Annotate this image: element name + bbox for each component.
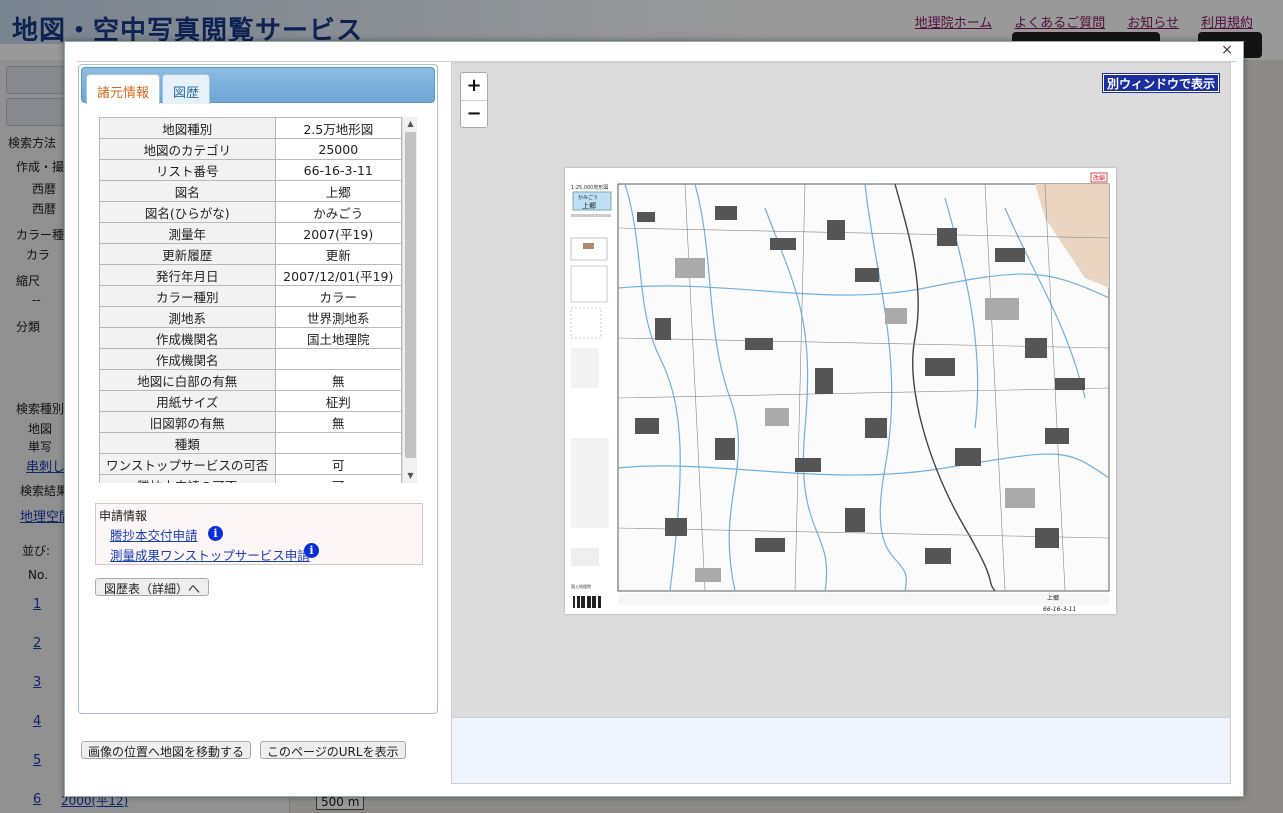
spec-key: 地図に白部の有無 <box>99 369 276 391</box>
spec-row: ワンストップサービスの可否可 <box>99 453 403 475</box>
history-detail-button[interactable]: 図歴表（詳細）へ <box>95 578 210 596</box>
map-body <box>617 183 1110 592</box>
spec-row: 更新履歴 更新 <box>99 243 403 265</box>
spec-row: カラー種別 カラー <box>99 285 403 307</box>
specifications-table-scroll[interactable]: 地図種別 2.5万地形図 地図のカテゴリ 25000 リスト番号 66-16-3-11 図名… <box>99 117 417 483</box>
dialog-titlebar: × <box>77 43 1237 62</box>
spec-key: 図名(ひらがな) <box>99 201 276 223</box>
map-detail-dialog: × 諸元情報 図歴 地図種別 2.5万地形図 地図のカテゴリ 25000 リスト番号 66… <box>64 41 1244 797</box>
spec-key: 謄抄本申請の可否 <box>99 474 276 483</box>
spec-value: 2.5万地形図 <box>274 117 403 139</box>
spec-value: 可 <box>274 474 403 483</box>
svg-text:1:25,000地形図: 1:25,000地形図 <box>571 184 608 191</box>
spec-key: 測地系 <box>99 306 276 328</box>
application-info-title: 申請情報 <box>99 509 148 523</box>
table-scrollbar[interactable]: ▲ ▼ <box>402 117 417 483</box>
spec-row: 地図に白部の有無無 <box>99 369 403 391</box>
spec-key: 図名 <box>99 180 276 202</box>
spec-key: 作成機関名 <box>99 327 276 349</box>
svg-text:国土地理院: 国土地理院 <box>571 583 591 589</box>
zoom-out-button[interactable]: − <box>461 100 487 127</box>
scroll-down-icon[interactable]: ▼ <box>403 469 417 483</box>
spec-key: カラー種別 <box>99 285 276 307</box>
spec-value: 無 <box>274 369 403 391</box>
tab-specifications[interactable]: 諸元情報 <box>86 74 161 104</box>
spec-row: 用紙サイズ 柾判 <box>99 390 403 412</box>
spec-value: 上郷 <box>274 180 403 202</box>
svg-text:上郷: 上郷 <box>582 201 596 210</box>
one-stop-service-link[interactable]: 測量成果ワンストップサービス申請 <box>110 545 310 564</box>
spec-row: 謄抄本申請の可否可 <box>99 474 403 483</box>
spec-key: リスト番号 <box>99 159 276 181</box>
spec-row: 地図種別 2.5万地形図 <box>99 117 403 139</box>
spec-row: 測地系 世界測地系 <box>99 306 403 328</box>
spec-row: 測量年 2007(平19) <box>99 222 403 244</box>
spec-value: 柾判 <box>274 390 403 412</box>
spec-value <box>274 348 403 370</box>
spec-key: 種類 <box>99 432 276 454</box>
spec-row: 図名(ひらがな) かみごう <box>99 201 403 223</box>
svg-text:66-16-3-11: 66-16-3-11 <box>1043 606 1076 613</box>
spec-value: 2007(平19) <box>274 222 403 244</box>
viewer-footer <box>451 718 1231 784</box>
spec-key: 地図種別 <box>99 117 276 139</box>
spec-row: 種類 <box>99 432 403 454</box>
tab-map-history[interactable]: 図歴 <box>162 74 211 104</box>
spec-key: 作成機関名 <box>99 348 276 370</box>
spec-key: 発行年月日 <box>99 264 276 286</box>
specifications-table: 地図種別 2.5万地形図 地図のカテゴリ 25000 リスト番号 66-16-3-11 図名… <box>99 117 403 483</box>
info-panel: 諸元情報 図歴 地図種別 2.5万地形図 地図のカテゴリ 25000 リスト番号 66-1… <box>78 64 438 714</box>
spec-key: 更新履歴 <box>99 243 276 265</box>
image-viewer[interactable]: + − 別ウィンドウで表示 1:25,000地形図 かみごう 上郷 改編 上郷 … <box>451 62 1231 718</box>
zoom-in-button[interactable]: + <box>461 73 487 100</box>
spec-row: リスト番号 66-16-3-11 <box>99 159 403 181</box>
spec-value: 国土地理院 <box>274 327 403 349</box>
scrollbar-thumb[interactable] <box>405 132 416 458</box>
spec-key: 測量年 <box>99 222 276 244</box>
spec-value: 可 <box>274 453 403 475</box>
open-separate-window-button[interactable]: 別ウィンドウで表示 <box>1101 73 1221 93</box>
close-button[interactable]: × <box>1219 43 1235 59</box>
spec-key: 地図のカテゴリ <box>99 138 276 160</box>
map-legend-column: 1:25,000地形図 かみごう 上郷 <box>570 184 612 608</box>
spec-value: 更新 <box>274 243 403 265</box>
spec-row: 作成機関名 <box>99 348 403 370</box>
info-icon[interactable]: i <box>304 543 319 558</box>
tab-bar: 諸元情報 図歴 <box>81 67 435 104</box>
map-sheet-drawing: 1:25,000地形図 かみごう 上郷 改編 上郷 66-16-3-11 国土地… <box>570 172 1110 613</box>
svg-text:かみごう: かみごう <box>578 194 598 201</box>
spec-value: 66-16-3-11 <box>274 159 403 181</box>
spec-row: 発行年月日 2007/12/01(平19) <box>99 264 403 286</box>
svg-text:改編: 改編 <box>1093 174 1105 182</box>
spec-row: 旧図郭の有無無 <box>99 411 403 433</box>
spec-value: 25000 <box>274 138 403 160</box>
spec-key: 用紙サイズ <box>99 390 276 412</box>
svg-text:上郷: 上郷 <box>1047 594 1059 602</box>
spec-row: 作成機関名 国土地理院 <box>99 327 403 349</box>
show-url-button[interactable]: このページのURLを表示 <box>260 741 406 759</box>
zoom-control: + − <box>460 72 488 128</box>
spec-value: かみごう <box>274 201 403 223</box>
scroll-up-icon[interactable]: ▲ <box>403 117 417 131</box>
spec-row: 図名 上郷 <box>99 180 403 202</box>
topographic-map-image[interactable]: 1:25,000地形図 かみごう 上郷 改編 上郷 66-16-3-11 国土地… <box>565 168 1116 614</box>
spec-value: 世界測地系 <box>274 306 403 328</box>
application-info-box: 申請情報 謄抄本交付申請 i 測量成果ワンストップサービス申請 i <box>95 503 423 565</box>
info-icon[interactable]: i <box>208 526 223 541</box>
spec-row: 地図のカテゴリ 25000 <box>99 138 403 160</box>
spec-value: 2007/12/01(平19) <box>274 264 403 286</box>
copy-issue-application-link[interactable]: 謄抄本交付申請 <box>110 525 198 544</box>
spec-value: 無 <box>274 411 403 433</box>
spec-value: カラー <box>274 285 403 307</box>
spec-key: 旧図郭の有無 <box>99 411 276 433</box>
move-map-button[interactable]: 画像の位置へ地図を移動する <box>81 741 252 759</box>
spec-value <box>274 432 403 454</box>
spec-key: ワンストップサービスの可否 <box>99 453 276 475</box>
